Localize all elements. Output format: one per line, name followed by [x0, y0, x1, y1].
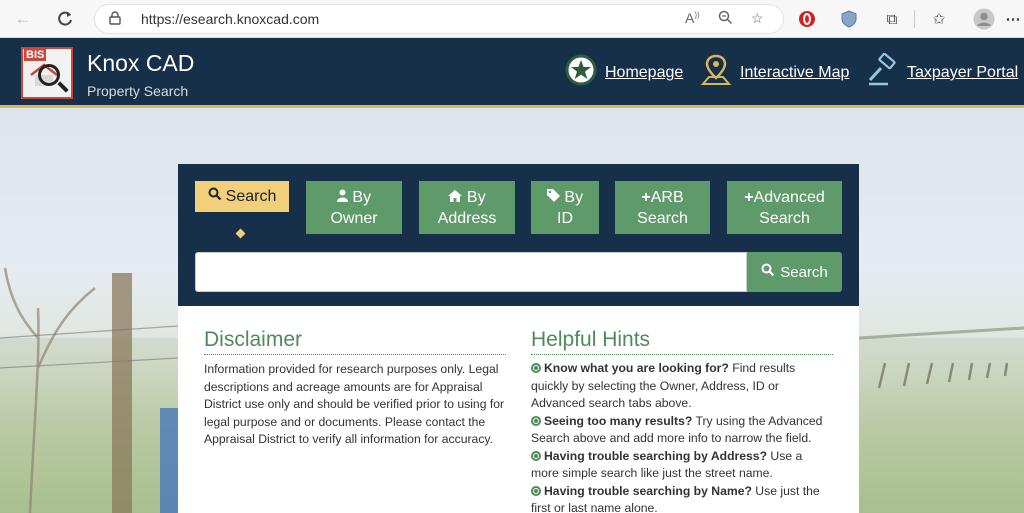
zoom-icon[interactable] [718, 10, 733, 28]
tab-adv-line1: Advanced [753, 188, 825, 206]
search-input[interactable] [195, 252, 747, 292]
tab-address-line1: By [466, 188, 486, 206]
tab-advanced-search[interactable]: +Advanced Search [727, 181, 842, 234]
gavel-icon[interactable] [866, 53, 900, 87]
map-pin-icon[interactable] [699, 53, 733, 87]
bullet-icon [531, 450, 541, 461]
site-header: BIS Knox CAD Property Search Homepage In… [0, 38, 1024, 108]
tab-address-line2: Address [437, 209, 497, 227]
favorites-icon[interactable]: ✩ [928, 8, 950, 30]
hint-item: Having trouble searching by Name? Use ju… [531, 483, 831, 513]
hint-item: Know what you are looking for? Find resu… [531, 360, 831, 413]
homepage-link[interactable]: Homepage [605, 64, 683, 82]
tab-by-owner[interactable]: By Owner [306, 181, 402, 234]
hint-bold: Know what you are looking for? [544, 361, 729, 375]
extensions-icon[interactable]: ⧉ [881, 8, 903, 30]
fence-and-tree [0, 267, 178, 513]
toolbar-divider [914, 10, 915, 28]
hint-bold: Having trouble searching by Address? [544, 448, 768, 463]
disclaimer-title: Disclaimer [204, 328, 506, 355]
url-text[interactable]: https://esearch.knoxcad.com [141, 11, 319, 27]
tab-owner-line2: Owner [330, 209, 378, 227]
hint-bold: Having trouble searching by Name? [544, 483, 752, 498]
site-subtitle: Property Search [87, 83, 189, 99]
bullet-icon [531, 363, 541, 373]
site-logo[interactable]: BIS [21, 47, 73, 99]
active-tab-indicator [235, 228, 246, 239]
hints-title: Helpful Hints [531, 328, 833, 355]
tab-id-line1: By [564, 188, 584, 206]
tab-adv-line2: Search [759, 209, 810, 227]
bullet-icon [531, 485, 541, 496]
user-icon [336, 189, 352, 206]
lock-icon[interactable] [109, 11, 121, 28]
plus-icon: + [744, 188, 754, 206]
magnifier-handle [57, 81, 69, 93]
tab-arb-search[interactable]: +ARB Search [615, 181, 710, 234]
hint-item: Having trouble searching by Address? Use… [531, 448, 831, 483]
read-aloud-icon[interactable]: A)) [685, 10, 700, 26]
info-section: Disclaimer Information provided for rese… [178, 306, 859, 513]
hints-list: Know what you are looking for? Find resu… [531, 360, 831, 513]
fence-right [859, 326, 1024, 389]
hint-item: Seeing too many results? Try using the A… [531, 413, 831, 448]
back-icon[interactable]: ← [12, 8, 34, 30]
bullet-icon [531, 415, 541, 426]
tab-search-label: Search [225, 188, 277, 205]
tab-id-line2: ID [557, 209, 573, 227]
tab-by-id[interactable]: By ID [531, 181, 599, 234]
logo-text: BIS [24, 49, 47, 61]
search-panel: Search By Owner By Address By ID +ARB Se… [178, 164, 859, 306]
tag-icon [546, 188, 564, 206]
reload-icon[interactable] [54, 8, 76, 30]
tab-owner-line1: By [352, 188, 372, 206]
favorite-add-icon[interactable]: ☆ [751, 10, 764, 27]
interactive-map-link[interactable]: Interactive Map [740, 64, 849, 82]
profile-icon[interactable] [973, 8, 995, 30]
texas-star-icon[interactable] [564, 53, 598, 87]
tab-search[interactable]: Search [195, 181, 289, 212]
extension-red-icon[interactable] [796, 8, 818, 30]
search-button-label: Search [780, 263, 828, 281]
site-title: Knox CAD [87, 50, 195, 76]
search-icon [208, 186, 222, 207]
shield-extension-icon[interactable] [838, 8, 860, 30]
taxpayer-portal-link[interactable]: Taxpayer Portal [907, 64, 1018, 82]
magnifier-icon [38, 64, 60, 86]
more-icon[interactable]: ⋯ [1002, 8, 1024, 30]
address-bar[interactable]: https://esearch.knoxcad.com A)) ☆ [94, 4, 784, 34]
hint-bold: Seeing too many results? [544, 413, 693, 428]
tab-arb-line1: ARB [650, 188, 684, 206]
browser-toolbar: ← https://esearch.knoxcad.com A)) ☆ ⧉ ✩ … [0, 0, 1024, 38]
disclaimer-text: Information provided for research purpos… [204, 362, 505, 446]
tab-arb-line2: Search [637, 209, 688, 227]
tab-by-address[interactable]: By Address [419, 181, 515, 234]
plus-icon: + [641, 188, 651, 206]
search-button-icon [761, 263, 775, 281]
home-icon [448, 189, 466, 206]
search-button[interactable]: Search [747, 252, 842, 292]
